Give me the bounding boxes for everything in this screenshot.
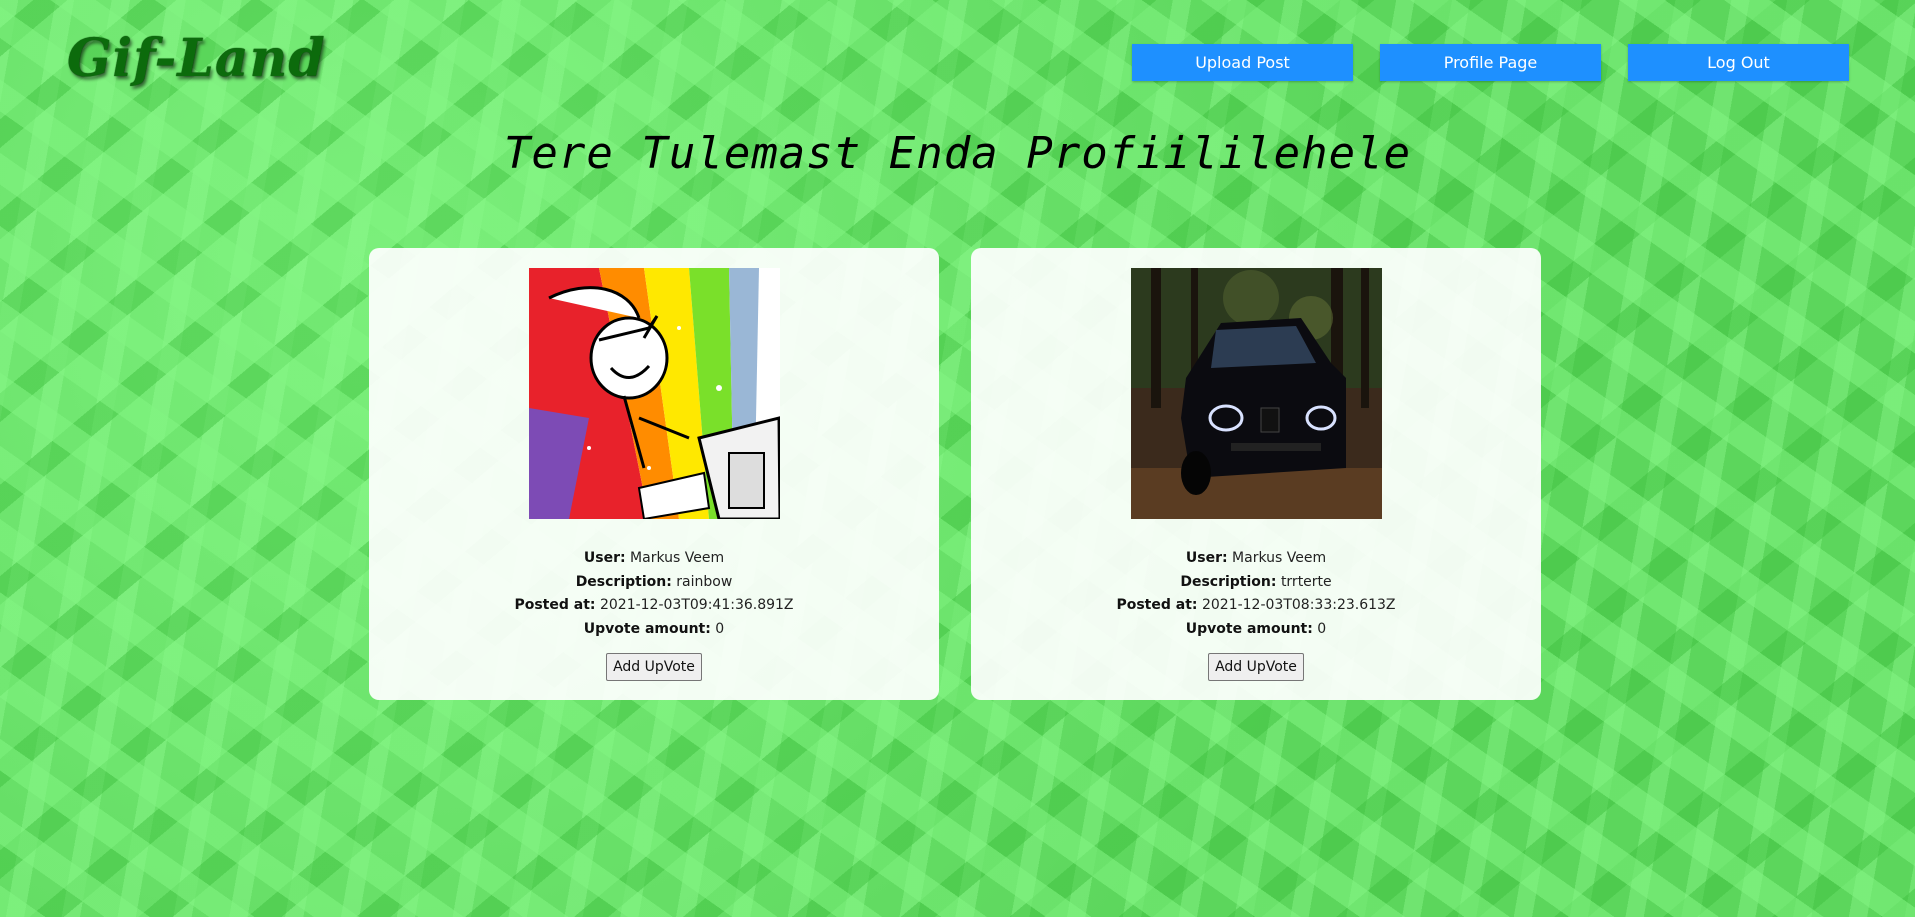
top-nav: Upload Post Profile Page Log Out (1132, 44, 1849, 81)
posts-list: User: Markus Veem Description: rainbow P… (369, 248, 1541, 700)
add-upvote-button[interactable]: Add UpVote (1208, 653, 1304, 681)
page-title: Tere Tulemast Enda Profiililehele (503, 128, 1412, 179)
post-upvotes: Upvote amount: 0 (1185, 620, 1327, 637)
post-user: User: Markus Veem (1185, 550, 1327, 566)
post-upvotes: Upvote amount: 0 (583, 620, 725, 637)
post-description: Description: rainbow (575, 573, 733, 590)
post-user: User: Markus Veem (583, 550, 725, 566)
post-image-rainbow (528, 268, 780, 519)
post-timestamp: Posted at: 2021-12-03T09:41:36.891Z (514, 597, 794, 613)
post-description: Description: trrterte (1180, 573, 1332, 590)
post-card: User: Markus Veem Description: trrterte … (971, 248, 1541, 700)
post-meta: User: Markus Veem Description: trrterte … (1116, 547, 1395, 641)
post-card: User: Markus Veem Description: rainbow P… (369, 248, 939, 700)
site-logo[interactable]: Gif-Land (67, 28, 326, 89)
profile-page-button[interactable]: Profile Page (1380, 44, 1601, 81)
post-timestamp: Posted at: 2021-12-03T08:33:23.613Z (1116, 597, 1396, 613)
log-out-button[interactable]: Log Out (1628, 44, 1849, 81)
post-meta: User: Markus Veem Description: rainbow P… (514, 547, 793, 641)
upload-post-button[interactable]: Upload Post (1132, 44, 1353, 81)
post-image-car (1130, 268, 1382, 519)
add-upvote-button[interactable]: Add UpVote (606, 653, 702, 681)
